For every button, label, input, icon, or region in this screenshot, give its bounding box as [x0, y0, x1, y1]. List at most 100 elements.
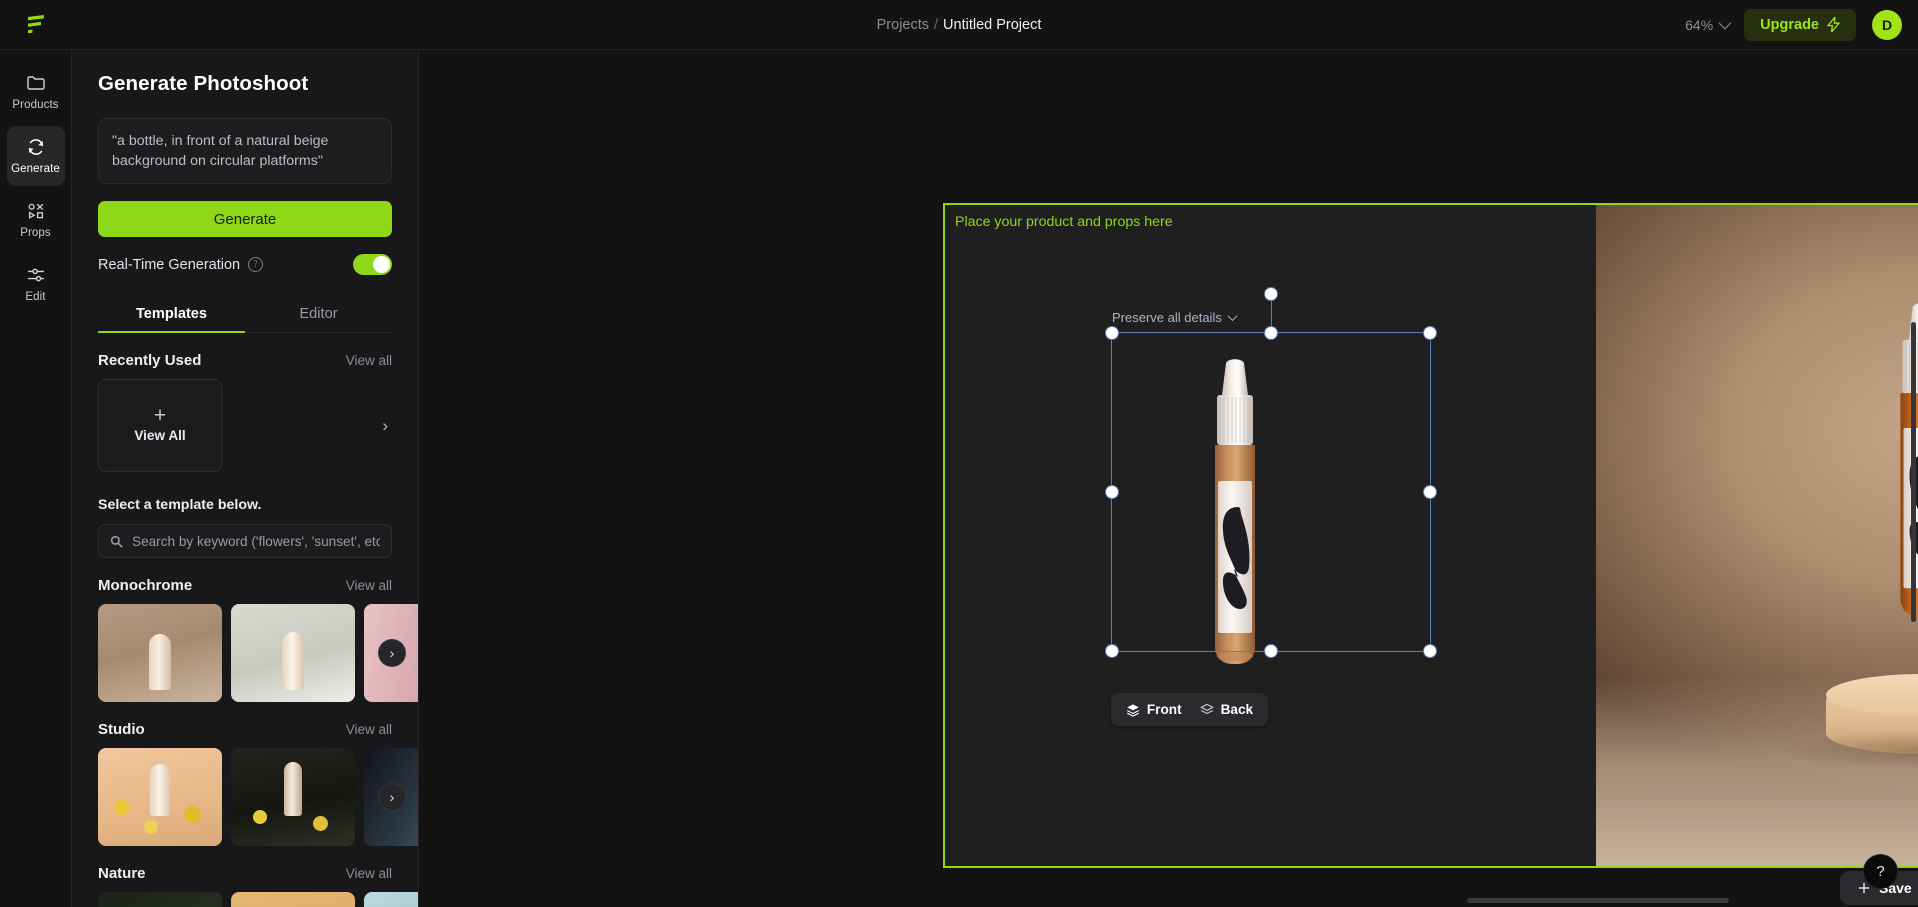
app-root: Projects / Untitled Project 64% Upgrade …: [0, 0, 1918, 907]
layers-back-icon: [1199, 703, 1214, 714]
tab-templates[interactable]: Templates: [98, 295, 245, 334]
generate-panel-content: Generate Photoshoot "a bottle, in front …: [72, 72, 418, 907]
canvas-area[interactable]: Place your product and props here Preser…: [419, 50, 1918, 907]
selection-bounding-box[interactable]: Preserve all details: [1106, 288, 1436, 657]
template-search[interactable]: [98, 524, 392, 559]
rail-item-edit[interactable]: Edit: [7, 254, 65, 314]
view-all-card-label: View All: [134, 428, 186, 444]
recently-used-view-all-link[interactable]: View all: [346, 353, 392, 368]
search-icon: [110, 535, 123, 548]
user-avatar[interactable]: D: [1872, 9, 1902, 40]
lightning-bolt-icon: [1827, 17, 1840, 32]
template-card[interactable]: [231, 604, 355, 703]
breadcrumb-projects-link[interactable]: Projects: [877, 17, 929, 33]
section-header-nature: Nature View all: [98, 865, 392, 882]
vertical-scrollbar[interactable]: [1911, 322, 1916, 622]
template-card[interactable]: [364, 892, 418, 907]
section-title-studio: Studio: [98, 721, 145, 739]
rail-item-generate-label: Generate: [11, 163, 60, 175]
body-row: Products Generate Props Edit Generate Ph…: [0, 50, 1918, 907]
resize-handle-bottom-left[interactable]: [1106, 645, 1118, 657]
upgrade-button[interactable]: Upgrade: [1744, 8, 1856, 41]
layer-order-toolbar: Front Back: [1111, 693, 1268, 726]
section-title-nature: Nature: [98, 865, 146, 883]
template-card[interactable]: [98, 892, 222, 907]
left-rail: Products Generate Props Edit: [0, 50, 72, 907]
resize-handle-middle-right[interactable]: [1424, 486, 1436, 498]
layers-front-icon: [1126, 703, 1139, 717]
realtime-generation-toggle[interactable]: [353, 254, 392, 276]
resize-handle-top-center[interactable]: [1265, 327, 1277, 339]
panel-tabs: Templates Editor: [98, 295, 392, 334]
section-view-all-studio[interactable]: View all: [346, 722, 392, 737]
template-card[interactable]: [231, 892, 355, 907]
template-strip-monochrome: ›: [98, 604, 418, 703]
resize-handle-top-right[interactable]: [1424, 327, 1436, 339]
chevron-right-icon[interactable]: ›: [382, 416, 392, 436]
horizontal-scrollbar[interactable]: [1467, 898, 1729, 903]
resize-handle-top-left[interactable]: [1106, 327, 1118, 339]
section-header-studio: Studio View all: [98, 721, 392, 738]
flair-logo-icon: [28, 14, 44, 33]
bring-front-button[interactable]: Front: [1122, 702, 1186, 717]
photoshoot-stage: Place your product and props here Preser…: [943, 203, 1918, 868]
avatar-initial: D: [1881, 16, 1893, 33]
template-card[interactable]: [231, 748, 355, 847]
breadcrumb-current-project[interactable]: Untitled Project: [943, 17, 1041, 33]
recently-used-row: + View All ›: [98, 379, 392, 473]
top-bar-right-group: 64% Upgrade D: [1685, 8, 1918, 41]
send-back-button[interactable]: Back: [1196, 702, 1258, 717]
page-title: Generate Photoshoot: [98, 72, 309, 95]
preserve-details-label: Preserve all details: [1112, 310, 1222, 325]
resize-handle-middle-left[interactable]: [1106, 486, 1118, 498]
help-button[interactable]: ?: [1864, 855, 1897, 888]
section-view-all-nature[interactable]: View all: [346, 866, 392, 881]
section-header-monochrome: Monochrome View all: [98, 577, 392, 594]
question-mark-circle-icon[interactable]: ?: [248, 257, 264, 273]
generated-result-panel[interactable]: 66%: [1596, 203, 1918, 868]
template-card[interactable]: [98, 748, 222, 847]
folder-icon: [26, 76, 45, 90]
tab-editor[interactable]: Editor: [245, 295, 392, 332]
generate-button[interactable]: Generate: [98, 201, 392, 238]
sliders-icon: [27, 268, 44, 282]
generated-bottle-image: [1899, 303, 1918, 617]
preserve-details-dropdown[interactable]: Preserve all details: [1112, 310, 1238, 325]
placement-hint-text: Place your product and props here: [955, 214, 1173, 230]
realtime-generation-row: Real-Time Generation ?: [98, 254, 392, 276]
template-strip-nature: ›: [98, 892, 418, 907]
rail-item-generate[interactable]: Generate: [6, 126, 65, 186]
chevron-right-icon[interactable]: ›: [379, 640, 405, 667]
shapes-icon: [28, 203, 43, 219]
question-mark-icon: ?: [1876, 863, 1885, 880]
zoom-level-control[interactable]: 64%: [1685, 17, 1732, 33]
rail-item-products[interactable]: Products: [7, 62, 65, 122]
breadcrumb: Projects / Untitled Project: [0, 0, 1918, 49]
resize-handle-bottom-right[interactable]: [1424, 645, 1436, 657]
section-view-all-monochrome[interactable]: View all: [346, 578, 392, 593]
template-strip-studio: ›: [98, 748, 418, 847]
template-card[interactable]: [98, 604, 222, 703]
toggle-knob: [373, 256, 390, 274]
rotate-handle-icon[interactable]: [1265, 288, 1277, 300]
chevron-right-icon[interactable]: ›: [379, 784, 405, 811]
refresh-cycle-icon: [28, 139, 43, 155]
generate-panel: Generate Photoshoot "a bottle, in front …: [72, 50, 419, 907]
resize-handle-bottom-center[interactable]: [1265, 645, 1277, 657]
rail-item-props[interactable]: Props: [7, 190, 65, 250]
chevron-down-icon: [1718, 16, 1732, 30]
recently-used-title: Recently Used: [98, 352, 202, 370]
realtime-generation-label: Real-Time Generation: [98, 256, 241, 273]
select-template-label: Select a template below.: [98, 497, 262, 514]
upgrade-button-label: Upgrade: [1760, 16, 1819, 33]
search-input[interactable]: [132, 533, 380, 549]
bring-front-label: Front: [1146, 702, 1182, 717]
breadcrumb-separator: /: [934, 16, 939, 33]
product-placement-panel[interactable]: Place your product and props here Preser…: [943, 203, 1596, 868]
app-logo[interactable]: [0, 13, 72, 37]
section-title-monochrome: Monochrome: [98, 577, 193, 595]
prompt-input[interactable]: "a bottle, in front of a natural beige b…: [98, 118, 392, 185]
chevron-down-icon: [1227, 311, 1238, 322]
rail-item-edit-label: Edit: [25, 291, 46, 303]
view-all-card[interactable]: + View All: [98, 379, 222, 473]
